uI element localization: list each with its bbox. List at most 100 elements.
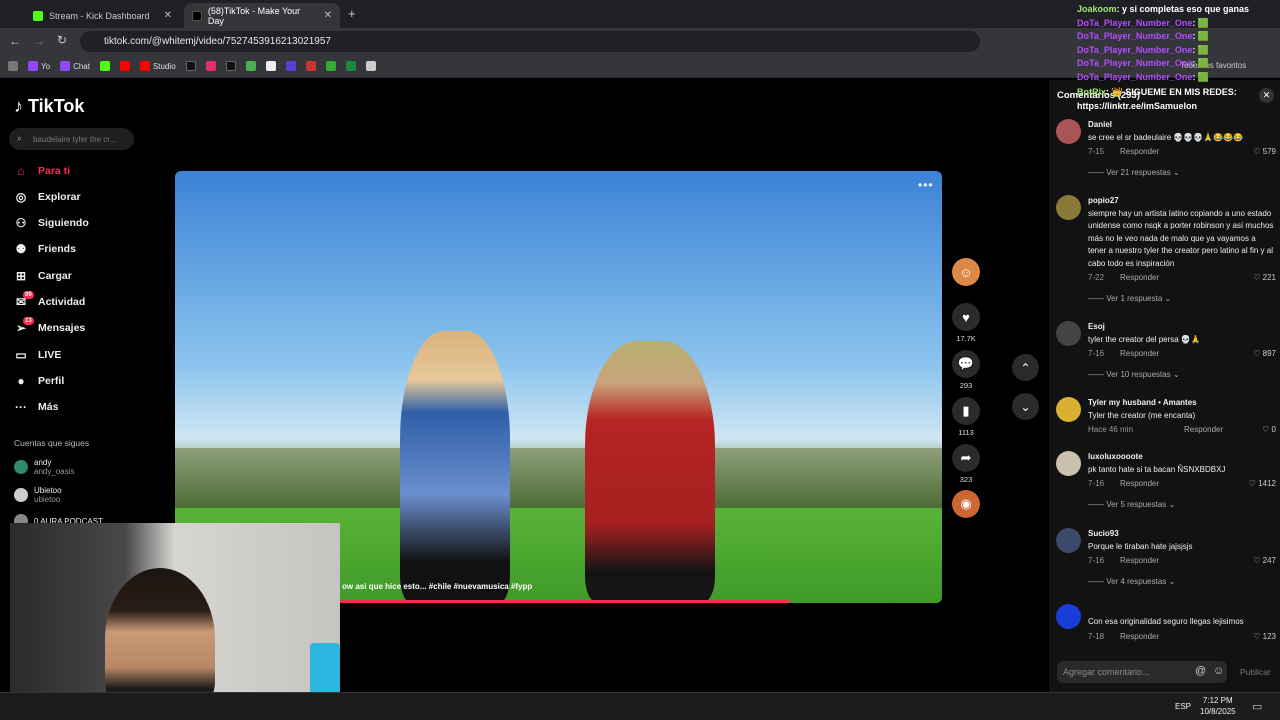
avatar[interactable]: [1056, 195, 1081, 220]
close-icon[interactable]: ✕: [164, 10, 172, 21]
system-clock[interactable]: 7:12 PM 10/8/2025: [1200, 695, 1236, 717]
nav-live[interactable]: ▭ LIVE: [14, 345, 61, 365]
chevron-down-icon: ⌄: [1020, 399, 1031, 414]
view-replies-button[interactable]: —— Ver 21 respuestas ⌄: [1088, 168, 1276, 177]
comment-button[interactable]: 💬 293: [952, 350, 980, 390]
like-button[interactable]: ♥ 17.7K: [952, 303, 980, 343]
tiktok-logo[interactable]: ♪ TikTok: [14, 96, 84, 117]
view-replies-button[interactable]: —— Ver 4 respuestas ⌄: [1088, 577, 1276, 586]
nav-mensajes[interactable]: ➢ 13 Mensajes: [14, 317, 85, 338]
reply-button[interactable]: Responder: [1120, 631, 1159, 644]
view-replies-button[interactable]: —— Ver 5 respuestas ⌄: [1088, 500, 1276, 509]
language-indicator[interactable]: ESP: [1175, 702, 1191, 711]
nav-cargar[interactable]: ⊞ Cargar: [14, 266, 72, 286]
avatar[interactable]: [1056, 604, 1081, 629]
youtube-icon[interactable]: [119, 61, 130, 71]
follow-item[interactable]: Ubietoo ubietoo: [14, 486, 62, 504]
avatar[interactable]: [1056, 119, 1081, 144]
video-progress-bar[interactable]: [340, 600, 790, 603]
reply-button[interactable]: Responder: [1120, 272, 1159, 285]
comment-item: luxoluxoooote pk tanto hate si ta bacan Ñ…: [1056, 451, 1276, 509]
bookmark-icon[interactable]: [285, 61, 296, 71]
like-count[interactable]: ♡ 247: [1253, 555, 1276, 568]
bookmark-chat[interactable]: Chat: [60, 61, 90, 71]
chat-message: DoTa_Player_Number_One: 🟩: [1077, 71, 1210, 82]
music-disc-icon: ◉: [952, 490, 980, 518]
tab-tiktok[interactable]: (58)TikTok - Make Your Day ✕: [184, 3, 340, 28]
like-count[interactable]: ♡ 579: [1253, 146, 1276, 159]
like-count[interactable]: ♡ 221: [1253, 272, 1276, 285]
back-icon[interactable]: ←: [9, 34, 21, 48]
like-count[interactable]: ♡ 123: [1253, 631, 1276, 644]
chat-message: BotRix: 👑 SIGUEME EN MIS REDES: https://…: [1077, 87, 1237, 111]
share-button[interactable]: ➦ 323: [952, 444, 980, 484]
new-tab-button[interactable]: +: [348, 6, 356, 21]
instagram-icon[interactable]: [205, 61, 216, 71]
tab-kick-dashboard[interactable]: Stream - Kick Dashboard ✕: [25, 3, 180, 28]
x-icon[interactable]: [185, 61, 196, 71]
sound-disc[interactable]: ◉: [952, 490, 980, 518]
publish-button[interactable]: Publicar: [1240, 667, 1271, 677]
notification-badge: 99: [23, 291, 34, 299]
bookmark-icon[interactable]: [305, 61, 316, 71]
forward-icon[interactable]: →: [33, 34, 45, 48]
nav-siguiendo[interactable]: ⚇ Siguiendo: [14, 213, 89, 233]
view-replies-button[interactable]: —— Ver 10 respuestas ⌄: [1088, 370, 1276, 379]
emoji-icon[interactable]: ☺: [1213, 665, 1224, 677]
nav-perfil[interactable]: ● Perfil: [14, 371, 64, 391]
avatar: [14, 460, 28, 474]
apps-icon[interactable]: [8, 61, 18, 71]
tab-label: (58)TikTok - Make Your Day: [207, 5, 301, 26]
bookmark-icon[interactable]: [365, 61, 376, 71]
nav-friends[interactable]: ⚉ Friends: [14, 239, 76, 259]
reply-button[interactable]: Responder: [1120, 478, 1159, 491]
close-icon[interactable]: ✕: [324, 10, 332, 21]
follow-item[interactable]: andy andy_oasis: [14, 458, 74, 476]
save-button[interactable]: ▮ 1113: [952, 397, 980, 437]
more-options-icon[interactable]: •••: [918, 178, 934, 192]
bookmark-icon[interactable]: [265, 61, 276, 71]
next-video-button[interactable]: ⌄: [1012, 393, 1039, 420]
comment-item: Tyler my husband • Amantes Tyler the crea…: [1056, 397, 1276, 436]
drive-icon[interactable]: [245, 61, 256, 71]
webcam-overlay: [10, 523, 340, 710]
sheets-icon[interactable]: [345, 61, 356, 71]
reply-button[interactable]: Responder: [1120, 348, 1159, 361]
nav-explorar[interactable]: ◎ Explorar: [14, 187, 81, 207]
like-count[interactable]: ♡ 897: [1253, 348, 1276, 361]
bookmark-studio[interactable]: Studio: [139, 61, 176, 71]
notifications-icon[interactable]: ▭: [1252, 700, 1262, 713]
nav-actividad[interactable]: ✉ 99 Actividad: [14, 291, 85, 312]
reload-icon[interactable]: ↻: [57, 33, 67, 47]
search-input[interactable]: ⌕ baudelaire tyler the cr...: [9, 128, 134, 150]
avatar[interactable]: [1056, 451, 1081, 476]
bookmark-icon[interactable]: [325, 61, 336, 71]
nav-para-ti[interactable]: ⌂ Para ti: [14, 161, 70, 181]
author-avatar[interactable]: ☺: [952, 258, 980, 286]
following-icon: ⚇: [15, 216, 27, 230]
notification-badge: 13: [23, 317, 34, 325]
like-count[interactable]: ♡ 1412: [1249, 478, 1276, 491]
address-bar[interactable]: tiktok.com/@whitemj/video/75274539162130…: [80, 31, 980, 52]
avatar[interactable]: [1056, 397, 1081, 422]
avatar[interactable]: [1056, 528, 1081, 553]
messages-icon: ➢ 13: [15, 317, 34, 335]
video-caption: ow asi que hice esto... #chile #nuevamus…: [342, 582, 533, 591]
previous-video-button[interactable]: ⌃: [1012, 354, 1039, 381]
bookmark-yo[interactable]: Yo: [28, 61, 50, 71]
reply-button[interactable]: Responder: [1120, 555, 1159, 568]
view-replies-button[interactable]: —— Ver 1 respuesta ⌄: [1088, 294, 1276, 303]
tiktok-icon[interactable]: [225, 61, 236, 71]
comment-item: Con esa originalidad seguro llegas lejis…: [1056, 604, 1276, 643]
reply-button[interactable]: Responder: [1184, 424, 1223, 437]
like-count[interactable]: ♡ 0: [1262, 424, 1276, 437]
mention-icon[interactable]: @: [1195, 665, 1206, 677]
nav-mas[interactable]: ··· Más: [14, 397, 58, 417]
person-right: [585, 341, 715, 603]
avatar[interactable]: [1056, 321, 1081, 346]
compass-icon: ◎: [15, 190, 27, 204]
chat-message: DoTa_Player_Number_One: 🟩: [1077, 58, 1210, 68]
reply-button[interactable]: Responder: [1120, 146, 1159, 159]
chat-message: DoTa_Player_Number_One: 🟩: [1077, 44, 1210, 55]
kick-icon[interactable]: [99, 61, 110, 71]
